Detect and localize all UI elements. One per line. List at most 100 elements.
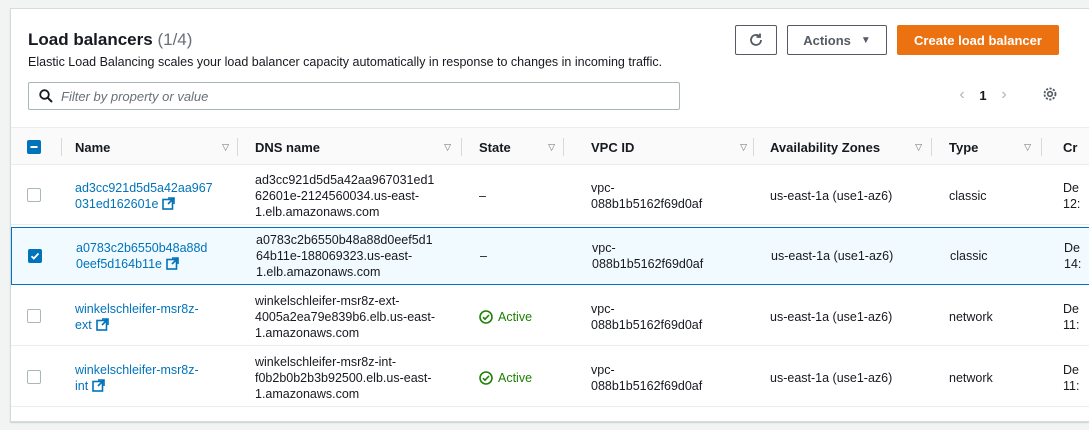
load-balancers-panel: Load balancers (1/4) Elastic Load Balanc… [10,8,1089,422]
create-label: Create load balancer [914,32,1042,48]
load-balancer-name-link[interactable]: ad3cc921d5d5a42aa967 031ed162601e [75,167,245,224]
load-balancer-name-link[interactable]: winkelschleifer-msr8z- ext [75,288,245,345]
load-balancer-name-link-text[interactable]: winkelschleifer-msr8z- int [75,362,199,394]
status-active-icon [479,309,493,324]
availability-zones-text: us-east-1a (use1-az6) [771,249,894,263]
row-checkbox[interactable] [28,249,42,263]
vpc-id: vpc- 088b1b5162f69d0af [591,167,751,224]
lb-type: classic [950,228,1040,284]
lb-type-text: network [949,370,993,385]
table-header: Name ▽ DNS name ▽ State ▽ VPC ID ▽ Availabil… [11,127,1089,165]
pagination: ‹ 1 › [951,86,1015,104]
lb-type: classic [949,167,1039,224]
column-header-state[interactable]: State ▽ [479,128,563,166]
settings-gear-icon[interactable] [1041,85,1059,108]
lb-type-text: classic [950,249,988,263]
sort-icon: ▽ [740,141,747,152]
availability-zones-text: us-east-1a (use1-az6) [770,188,893,203]
vpc-id: vpc- 088b1b5162f69d0af [591,288,751,345]
created-date-text: De 14: [1064,241,1082,271]
vpc-id: vpc- 088b1b5162f69d0af [591,349,751,406]
load-balancer-name-link-text[interactable]: winkelschleifer-msr8z- ext [75,301,199,333]
availability-zones: us-east-1a (use1-az6) [770,349,930,406]
load-balancer-name-link-text[interactable]: ad3cc921d5d5a42aa967 031ed162601e [75,180,213,212]
state-value: – [480,228,564,284]
sort-icon: ▽ [444,141,451,152]
state-badge: Active [479,349,563,406]
availability-zones-text: us-east-1a (use1-az6) [770,309,893,324]
dns-name-text: winkelschleifer-msr8z-ext- 4005a2ea79e83… [255,293,436,340]
created-date-text: De 11: [1063,362,1080,393]
refresh-button[interactable] [735,25,777,55]
caret-down-icon: ▼ [860,34,871,46]
lb-type-text: network [949,309,993,324]
row-checkbox[interactable] [27,188,41,202]
page-title-text: Load balancers [28,30,153,49]
row-checkbox[interactable] [27,370,41,384]
sort-icon: ▽ [915,141,922,152]
column-header-created[interactable]: Cr [1063,128,1089,166]
external-link-icon[interactable] [95,317,109,331]
search-placeholder: Filter by property or value [61,88,209,104]
chevron-left-icon[interactable]: ‹ [951,86,973,104]
actions-button[interactable]: Actions ▼ [787,25,887,55]
vpc-id-text: vpc- 088b1b5162f69d0af [591,301,703,332]
load-balancer-name-link[interactable]: winkelschleifer-msr8z- int [75,349,245,406]
external-link-icon[interactable] [162,196,176,210]
lb-type-text: classic [949,188,987,203]
sort-icon: ▽ [222,141,229,152]
create-load-balancer-button[interactable]: Create load balancer [897,25,1059,55]
lb-type: network [949,288,1039,345]
column-header-vpc[interactable]: VPC ID ▽ [591,128,755,166]
table-row[interactable]: a0783c2b6550b48a88d 0eef5d164b11e a0783c2… [11,227,1089,285]
panel-header: Load balancers (1/4) Elastic Load Balanc… [28,30,662,69]
lb-type: network [949,349,1039,406]
table-row[interactable]: winkelschleifer-msr8z- ext winkelschleife… [11,288,1089,346]
dns-name: ad3cc921d5d5a42aa967031ed1 62601e-212456… [255,167,465,224]
availability-zones: us-east-1a (use1-az6) [770,288,930,345]
row-checkbox[interactable] [27,309,41,323]
load-balancer-name-link-text[interactable]: a0783c2b6550b48a88d 0eef5d164b11e [76,240,207,272]
page-description: Elastic Load Balancing scales your load … [28,55,663,69]
vpc-id: vpc- 088b1b5162f69d0af [592,228,752,284]
column-header-dns[interactable]: DNS name ▽ [255,128,459,166]
state-value-text: – [479,188,486,203]
dns-name: winkelschleifer-msr8z-ext- 4005a2ea79e83… [255,288,465,345]
page-title: Load balancers (1/4) [28,30,662,50]
column-header-name[interactable]: Name ▽ [75,128,237,166]
external-link-icon[interactable] [92,378,106,392]
chevron-right-icon[interactable]: › [993,86,1015,104]
created-date: De 14: [1064,228,1089,284]
state-badge: Active [479,288,563,345]
availability-zones: us-east-1a (use1-az6) [771,228,931,284]
dns-name-text: ad3cc921d5d5a42aa967031ed1 62601e-212456… [255,172,435,219]
created-date-text: De 11: [1063,301,1080,332]
search-input[interactable]: Filter by property or value [28,82,680,110]
created-date: De 11: [1063,288,1089,345]
sort-icon: ▽ [548,141,555,152]
availability-zones: us-east-1a (use1-az6) [770,167,930,224]
state-text: Active [498,309,533,324]
current-page[interactable]: 1 [973,88,993,103]
external-link-icon[interactable] [166,257,179,270]
actions-label: Actions [803,32,851,48]
status-active-icon [479,370,493,385]
select-all-checkbox[interactable] [27,140,41,154]
sort-icon: ▽ [1024,141,1031,152]
created-date-text: De 12: [1063,180,1081,211]
created-date: De 11: [1063,349,1089,406]
state-value-text: – [480,249,487,263]
vpc-id-text: vpc- 088b1b5162f69d0af [591,362,703,393]
table-row[interactable]: winkelschleifer-msr8z- int winkelschleife… [11,349,1089,407]
dns-name: a0783c2b6550b48a88d0eef5d1 64b11e-188069… [256,228,466,284]
dns-name-text: a0783c2b6550b48a88d0eef5d1 64b11e-188069… [256,233,433,279]
column-header-availability-zones[interactable]: Availability Zones ▽ [770,128,930,166]
availability-zones-text: us-east-1a (use1-az6) [770,370,893,385]
table-row[interactable]: ad3cc921d5d5a42aa967 031ed162601e ad3cc92… [11,167,1089,225]
dns-name: winkelschleifer-msr8z-int- f0b2b0b2b3b92… [255,349,465,406]
dns-name-text: winkelschleifer-msr8z-int- f0b2b0b2b3b92… [255,354,432,401]
load-balancer-name-link[interactable]: a0783c2b6550b48a88d 0eef5d164b11e [76,228,246,284]
column-header-type[interactable]: Type ▽ [949,128,1039,166]
created-date: De 12: [1063,167,1089,224]
vpc-id-text: vpc- 088b1b5162f69d0af [591,180,703,211]
